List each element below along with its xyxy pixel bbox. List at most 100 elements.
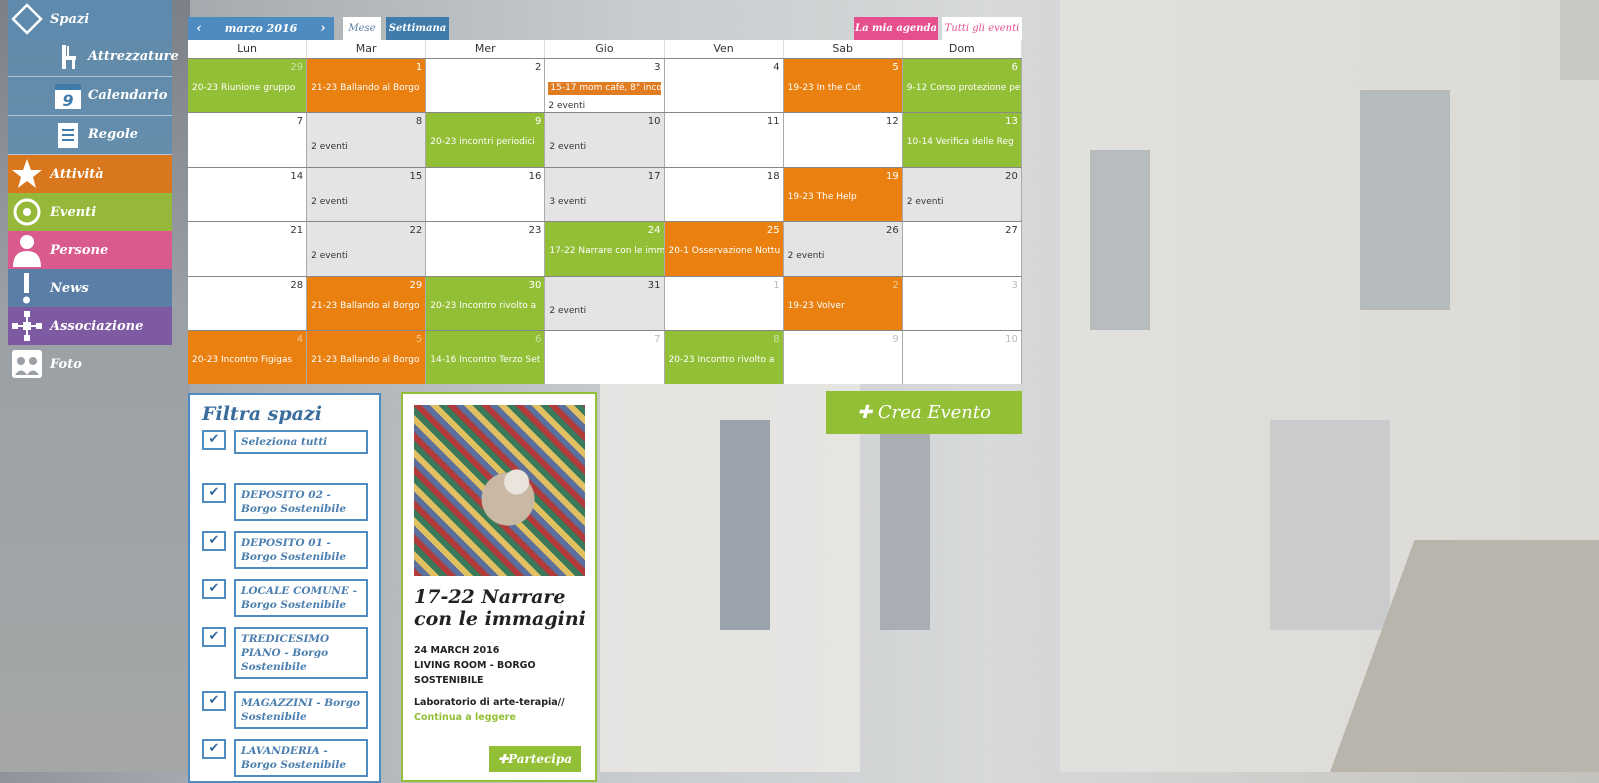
calendar-day-cell[interactable]: 19 19-23 The Help xyxy=(783,167,903,222)
calendar-event[interactable]: 20-23 Incontro rivolto a xyxy=(669,355,783,365)
calendar-day-cell[interactable]: 10 2 eventi xyxy=(545,113,665,167)
calendar-day-cell[interactable]: 25 20-1 Osservazione Nottu xyxy=(664,222,784,276)
calendar-event[interactable]: 19-23 The Help xyxy=(788,192,902,202)
calendar-event[interactable]: 19-23 Volver xyxy=(788,301,902,311)
filter-item-label[interactable]: MAGAZZINI - Borgo Sostenibile xyxy=(234,691,368,729)
read-more-link[interactable]: Continua a leggere xyxy=(414,712,516,723)
sidebar-item-attivita[interactable]: Attività xyxy=(8,155,172,193)
calendar-day-cell[interactable]: 13 10-14 Verifica delle Reg xyxy=(902,113,1022,167)
event-count[interactable]: 2 eventi xyxy=(311,142,348,152)
filter-item-label[interactable]: LOCALE COMUNE - Borgo Sostenibile xyxy=(234,579,368,617)
filter-item-label[interactable]: TREDICESIMO PIANO - Borgo Sostenibile xyxy=(234,627,368,679)
calendar-day-cell[interactable]: 14 xyxy=(188,167,308,222)
all-events-button[interactable]: Tutti gli eventi xyxy=(942,17,1022,40)
event-count[interactable]: 2 eventi xyxy=(549,142,586,152)
calendar-event[interactable]: 20-1 Osservazione Nottu xyxy=(669,246,783,256)
calendar-event[interactable]: 9-12 Corso protezione pe xyxy=(907,83,1021,93)
checkbox-checked-icon[interactable]: ✔ xyxy=(202,579,226,599)
calendar-event[interactable]: 20-23 Incontro Figigas xyxy=(192,355,306,365)
calendar-day-cell[interactable]: 1 21-23 Ballando al Borgo xyxy=(307,59,427,113)
calendar-day-cell[interactable]: 8 2 eventi xyxy=(307,113,427,167)
event-photo[interactable] xyxy=(414,405,585,576)
filter-item[interactable]: ✔ Seleziona tutti xyxy=(202,430,368,454)
calendar-day-cell[interactable]: 30 20-23 Incontro rivolto a xyxy=(426,276,546,330)
calendar-day-cell[interactable]: 26 2 eventi xyxy=(783,222,903,276)
calendar-day-cell[interactable]: 4 xyxy=(664,59,784,113)
calendar-day-cell[interactable]: 29 20-23 Riunione gruppo xyxy=(188,59,308,113)
filter-item-label[interactable]: DEPOSITO 02 - Borgo Sostenibile xyxy=(234,483,368,521)
chevron-left-icon[interactable]: ‹ xyxy=(188,21,210,36)
calendar-day-cell[interactable]: 27 xyxy=(902,222,1022,276)
calendar-day-cell[interactable]: 11 xyxy=(664,113,784,167)
calendar-day-cell[interactable]: 7 xyxy=(545,330,665,385)
event-count[interactable]: 2 eventi xyxy=(548,101,585,111)
calendar-event[interactable]: 17-22 Narrare con le imm xyxy=(549,246,663,256)
calendar-day-cell[interactable]: 5 21-23 Ballando al Borgo xyxy=(307,330,427,385)
event-count[interactable]: 2 eventi xyxy=(311,251,348,261)
filter-item[interactable]: ✔ DEPOSITO 01 - Borgo Sostenibile xyxy=(202,531,368,569)
calendar-event[interactable]: 21-23 Ballando al Borgo xyxy=(311,83,425,93)
calendar-event[interactable]: 19-23 In the Cut xyxy=(788,83,902,93)
event-count[interactable]: 2 eventi xyxy=(907,197,944,207)
calendar-event[interactable]: 21-23 Ballando al Borgo xyxy=(311,355,425,365)
calendar-day-cell[interactable]: 15 2 eventi xyxy=(307,167,427,222)
view-week-button[interactable]: Settimana xyxy=(386,17,449,40)
calendar-day-cell[interactable]: 4 20-23 Incontro Figigas xyxy=(188,330,308,385)
event-title[interactable]: 17-22 Narrare con le immagini xyxy=(414,586,590,630)
sidebar-item-attrezzature[interactable]: Attrezzature xyxy=(8,38,179,77)
sidebar-item-persone[interactable]: Persone xyxy=(8,231,172,269)
filter-item[interactable]: ✔ LOCALE COMUNE - Borgo Sostenibile xyxy=(202,579,368,617)
calendar-event[interactable]: 15-17 mom café, 8° incontro xyxy=(548,82,661,95)
sidebar-item-regole[interactable]: Regole xyxy=(8,116,172,155)
sidebar-item-calendario[interactable]: 9 Calendario xyxy=(8,77,172,116)
event-count[interactable]: 3 eventi xyxy=(549,197,586,207)
calendar-day-cell[interactable]: 12 xyxy=(783,113,903,167)
checkbox-checked-icon[interactable]: ✔ xyxy=(202,627,226,647)
calendar-day-cell[interactable]: 9 xyxy=(783,330,903,385)
sidebar-item-foto[interactable]: Foto xyxy=(8,345,172,383)
calendar-day-cell[interactable]: 20 2 eventi xyxy=(902,167,1022,222)
checkbox-checked-icon[interactable]: ✔ xyxy=(202,691,226,711)
calendar-day-cell[interactable]: 6 9-12 Corso protezione pe xyxy=(902,59,1022,113)
calendar-day-cell[interactable]: 5 19-23 In the Cut xyxy=(783,59,903,113)
calendar-day-cell[interactable]: 2 xyxy=(426,59,546,113)
chevron-right-icon[interactable]: › xyxy=(312,21,334,36)
calendar-day-cell[interactable]: 3 xyxy=(902,276,1022,330)
filter-item-label[interactable]: DEPOSITO 01 - Borgo Sostenibile xyxy=(234,531,368,569)
calendar-event[interactable]: 10-14 Verifica delle Reg xyxy=(907,137,1021,147)
calendar-day-cell[interactable]: 9 20-23 incontri periodici xyxy=(426,113,546,167)
checkbox-checked-icon[interactable]: ✔ xyxy=(202,483,226,503)
filter-item-label[interactable]: Seleziona tutti xyxy=(234,430,368,454)
filter-item[interactable]: ✔ TREDICESIMO PIANO - Borgo Sostenibile xyxy=(202,627,368,679)
calendar-day-cell[interactable]: 8 20-23 Incontro rivolto a xyxy=(664,330,784,385)
calendar-day-cell[interactable]: 16 xyxy=(426,167,546,222)
sidebar-item-associazione[interactable]: Associazione xyxy=(8,307,172,345)
event-count[interactable]: 2 eventi xyxy=(311,197,348,207)
calendar-day-cell[interactable]: 1 xyxy=(664,276,784,330)
calendar-day-cell[interactable]: 6 14-16 Incontro Terzo Set xyxy=(426,330,546,385)
partecipa-button[interactable]: ✚Partecipa xyxy=(489,746,581,772)
calendar-day-cell[interactable]: 23 xyxy=(426,222,546,276)
event-count[interactable]: 2 eventi xyxy=(788,251,825,261)
calendar-day-cell[interactable]: 21 xyxy=(188,222,308,276)
checkbox-checked-icon[interactable]: ✔ xyxy=(202,430,226,450)
filter-item[interactable]: ✔ MAGAZZINI - Borgo Sostenibile xyxy=(202,691,368,729)
checkbox-checked-icon[interactable]: ✔ xyxy=(202,739,226,759)
checkbox-checked-icon[interactable]: ✔ xyxy=(202,531,226,551)
calendar-event[interactable]: 21-23 Ballando al Borgo xyxy=(311,301,425,311)
calendar-day-cell[interactable]: 31 2 eventi xyxy=(545,276,665,330)
calendar-day-cell[interactable]: 29 21-23 Ballando al Borgo xyxy=(307,276,427,330)
calendar-day-cell[interactable]: 18 xyxy=(664,167,784,222)
calendar-event[interactable]: 14-16 Incontro Terzo Set xyxy=(430,355,544,365)
event-count[interactable]: 2 eventi xyxy=(549,306,586,316)
calendar-day-cell[interactable]: 7 xyxy=(188,113,308,167)
filter-item[interactable]: ✔ LAVANDERIA - Borgo Sostenibile xyxy=(202,739,368,777)
calendar-day-cell[interactable]: 3 15-17 mom café, 8° incontro 2 eventi xyxy=(545,59,665,113)
calendar-day-cell[interactable]: 17 3 eventi xyxy=(545,167,665,222)
calendar-event[interactable]: 20-23 Incontro rivolto a xyxy=(430,301,544,311)
calendar-day-cell[interactable]: 24 17-22 Narrare con le imm xyxy=(545,222,665,276)
filter-item[interactable]: ✔ DEPOSITO 02 - Borgo Sostenibile xyxy=(202,483,368,521)
calendar-event[interactable]: 20-23 Riunione gruppo xyxy=(192,83,306,93)
calendar-day-cell[interactable]: 2 19-23 Volver xyxy=(783,276,903,330)
calendar-day-cell[interactable]: 22 2 eventi xyxy=(307,222,427,276)
